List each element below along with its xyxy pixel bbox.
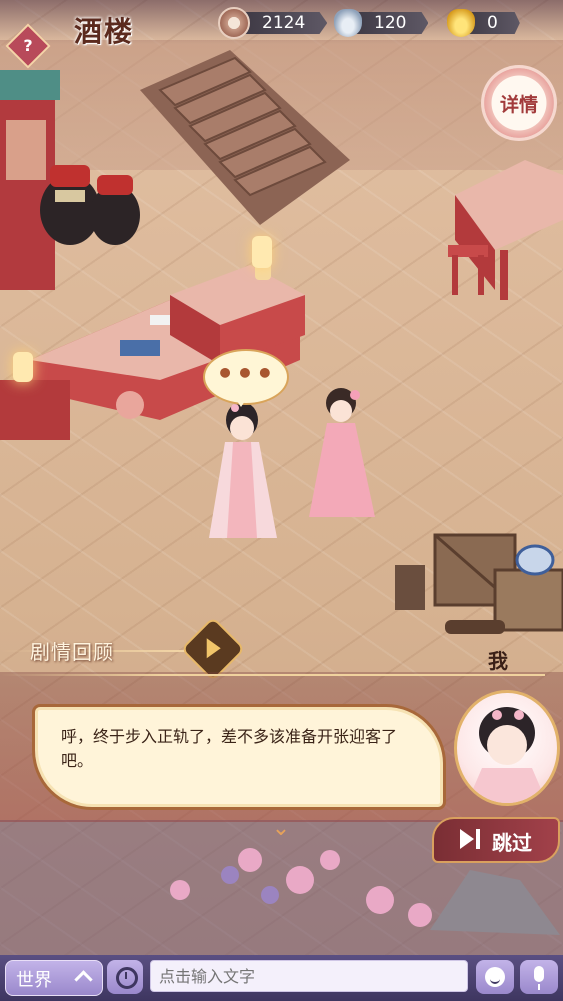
silver-ingot-icon	[334, 9, 362, 37]
story-review-bar: 剧情回顾	[0, 616, 563, 682]
page-title: 酒楼	[74, 15, 135, 48]
chat-bar: 世界	[0, 955, 563, 1001]
tea-table	[448, 160, 563, 300]
chat-input[interactable]	[150, 960, 468, 992]
history-button[interactable]	[107, 960, 143, 994]
skip-button[interactable]: 跳过	[432, 817, 560, 863]
question-mark-icon: ?	[23, 36, 33, 55]
maid-character	[309, 388, 375, 517]
story-review-label[interactable]: 剧情回顾	[30, 636, 114, 665]
next-arrow-icon[interactable]: ⌄	[266, 816, 296, 842]
thinking-bubble: •••	[203, 349, 289, 407]
detail-label: 详情	[499, 94, 538, 116]
emoji-button[interactable]	[476, 960, 514, 994]
lantern	[252, 236, 272, 268]
silver-ingot-counter[interactable]: 120	[334, 9, 429, 37]
lantern	[13, 352, 33, 382]
gold-ingot-counter[interactable]: 0	[447, 9, 520, 37]
wine-jars	[40, 165, 140, 245]
staircase	[140, 50, 350, 225]
copper-coin-icon	[218, 7, 250, 39]
history-icon	[116, 967, 138, 989]
channel-selector[interactable]: 世界	[5, 960, 103, 996]
copper-coin-counter[interactable]: 2124	[218, 7, 328, 39]
gold-ingot-icon	[447, 9, 475, 37]
divider	[0, 674, 545, 676]
skip-label: 跳过	[492, 831, 532, 855]
speaker-portrait	[454, 690, 560, 806]
channel-label: 世界	[16, 970, 52, 991]
dialogue-box[interactable]: 呼，终于步入正轨了，差不多该准备开张迎客了吧。	[32, 704, 446, 810]
detail-button[interactable]: 详情	[484, 68, 554, 138]
chevron-up-icon	[74, 970, 93, 989]
voice-button[interactable]	[520, 960, 558, 994]
skip-icon	[460, 829, 474, 849]
dialogue-text: 呼，终于步入正轨了，差不多该准备开张迎客了吧。	[61, 727, 398, 770]
emoji-icon	[485, 967, 505, 987]
heroine-character	[209, 402, 277, 538]
bubble-dots: •••	[216, 357, 276, 390]
speaker-name: 我	[488, 649, 508, 673]
microphone-icon	[534, 966, 544, 990]
